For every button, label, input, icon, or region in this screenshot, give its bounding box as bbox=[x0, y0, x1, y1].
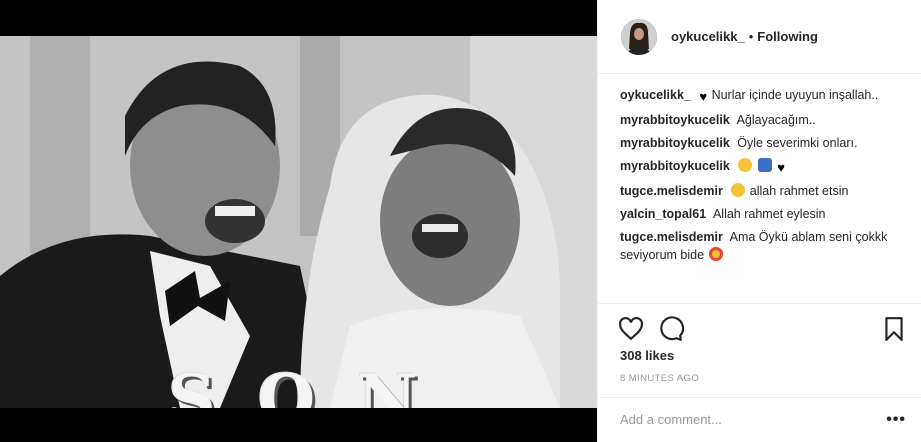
photo-illustration bbox=[0, 36, 597, 408]
comment-composer: Add a comment... ••• bbox=[598, 397, 921, 442]
comments-list: oykucelikk_ ♥ Nurlar içinde uyuyun inşal… bbox=[598, 74, 921, 302]
avatar[interactable] bbox=[621, 18, 657, 55]
comment: oykucelikk_ ♥ Nurlar içinde uyuyun inşal… bbox=[620, 86, 899, 106]
comment: myrabbitoykucelik Ağlayacağım.. bbox=[620, 111, 899, 129]
comment: tugce.melisdemir allah rahmet etsin bbox=[620, 182, 899, 200]
instagram-post: S O N oykucelikk_ • Following oykucelikk… bbox=[0, 0, 921, 442]
likes-count[interactable]: 308 likes bbox=[620, 348, 674, 363]
comment-username[interactable]: tugce.melisdemir bbox=[620, 230, 723, 244]
disappointed-face-icon bbox=[731, 183, 746, 197]
action-bar bbox=[598, 303, 921, 349]
header-separator: • bbox=[748, 29, 754, 44]
comment: myrabbitoykucelik Öyle severimki onları. bbox=[620, 134, 899, 152]
comment-text: allah rahmet etsin bbox=[749, 184, 849, 198]
add-comment-input[interactable]: Add a comment... bbox=[620, 412, 722, 427]
post-header: oykucelikk_ • Following bbox=[598, 0, 921, 74]
comment-username[interactable]: myrabbitoykucelik bbox=[620, 113, 730, 127]
heart-eyes-face-icon bbox=[708, 247, 723, 261]
comment: yalcin_topal61 Allah rahmet eylesin bbox=[620, 205, 899, 223]
comment: myrabbitoykucelik ♥ bbox=[620, 157, 899, 177]
comment-text: Allah rahmet eylesin bbox=[712, 207, 826, 221]
comment-username[interactable]: myrabbitoykucelik bbox=[620, 159, 730, 173]
speech-bubble-icon[interactable] bbox=[658, 316, 684, 342]
post-photo: S O N bbox=[0, 36, 597, 408]
bookmark-icon[interactable] bbox=[881, 316, 907, 342]
person-bowing-icon bbox=[757, 158, 772, 172]
post-media[interactable]: S O N bbox=[0, 0, 597, 442]
comment: tugce.melisdemir Ama Öykü ablam seni çok… bbox=[620, 228, 899, 264]
overlay-letter: N bbox=[357, 360, 420, 408]
comment-username[interactable]: tugce.melisdemir bbox=[620, 184, 723, 198]
comment-text: Ağlayacağım.. bbox=[736, 113, 816, 127]
comment-text: Nurlar içinde uyuyun inşallah.. bbox=[711, 88, 879, 102]
black-heart-icon: ♥ bbox=[777, 160, 785, 175]
son-overlay-text: S O N bbox=[168, 366, 420, 408]
black-heart-icon: ♥ bbox=[699, 89, 708, 104]
heart-outline-icon[interactable] bbox=[618, 316, 644, 342]
following-button[interactable]: Following bbox=[757, 29, 818, 44]
loudly-crying-face-icon bbox=[738, 158, 753, 172]
header-username[interactable]: oykucelikk_ bbox=[671, 29, 745, 44]
comment-text: Öyle severimki onları. bbox=[737, 136, 858, 150]
overlay-letter: O bbox=[257, 360, 318, 408]
post-timestamp[interactable]: 8 MINUTES AGO bbox=[620, 373, 699, 384]
overlay-letter: S bbox=[168, 360, 218, 408]
post-sidebar: oykucelikk_ • Following oykucelikk_ ♥ Nu… bbox=[597, 0, 921, 442]
more-options-button[interactable]: ••• bbox=[886, 411, 906, 429]
comment-username[interactable]: yalcin_topal61 bbox=[620, 207, 706, 221]
comment-username[interactable]: myrabbitoykucelik bbox=[620, 136, 730, 150]
comment-username[interactable]: oykucelikk_ bbox=[620, 88, 691, 102]
